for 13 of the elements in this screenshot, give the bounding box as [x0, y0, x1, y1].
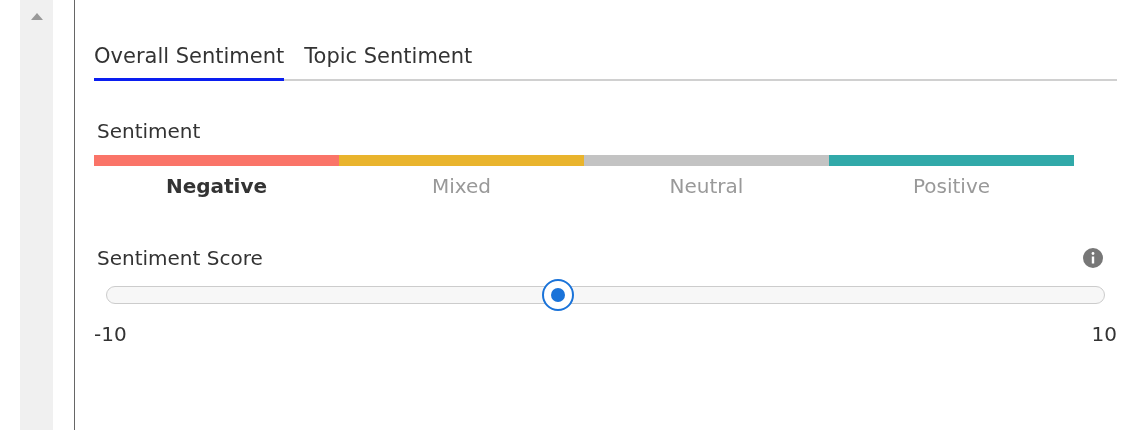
slider-thumb[interactable] — [541, 279, 574, 311]
tab[interactable]: Overall Sentiment — [94, 40, 285, 81]
scroll-up-icon[interactable] — [30, 12, 43, 20]
tab[interactable]: Topic Sentiment — [304, 40, 473, 81]
sentiment-label: Mixed — [431, 174, 491, 198]
sentiment-label: Neutral — [669, 174, 744, 198]
info-icon[interactable] — [1083, 248, 1103, 268]
sentiment-label: Positive — [912, 174, 991, 198]
max-label: 10 — [1091, 322, 1117, 346]
section-label: Sentiment Score — [96, 246, 263, 270]
section-label: Sentiment — [96, 119, 202, 143]
sentiment-label: Negative — [165, 174, 268, 198]
min-label: -10 — [94, 322, 127, 346]
